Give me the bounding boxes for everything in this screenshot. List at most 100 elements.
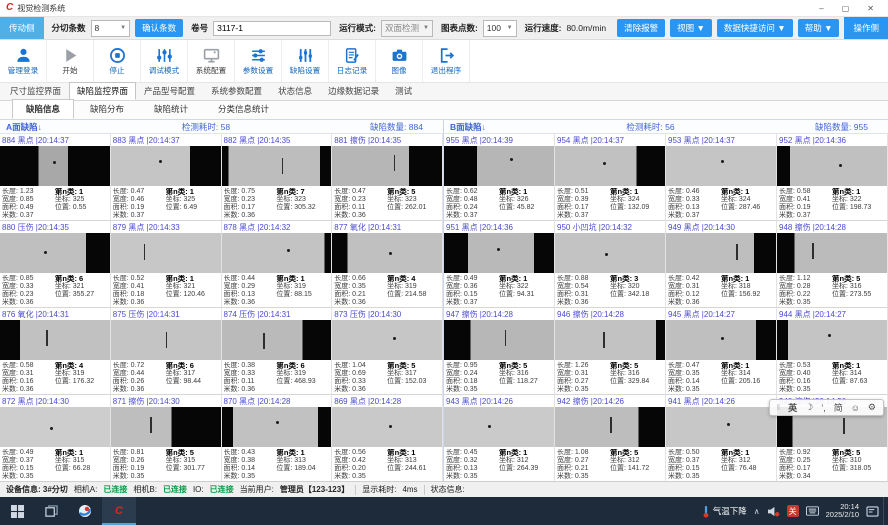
defect-cell-954[interactable]: 954 黑点 |20:14:37长度: 0.51宽度: 0.39面积: 0.17…	[555, 134, 666, 221]
main-tab-6[interactable]: 测试	[387, 82, 420, 100]
roll-number-input[interactable]	[213, 21, 331, 36]
defect-cell-877[interactable]: 877 氧化 |20:14:31长度: 0.66宽度: 0.35面积: 0.21…	[332, 221, 443, 308]
defect-cell-878[interactable]: 878 黑点 |20:14:32长度: 0.44宽度: 0.29面积: 0.13…	[222, 221, 333, 308]
operator-side-button[interactable]: 操作侧	[844, 17, 888, 39]
ime-lang-en[interactable]: 英	[788, 401, 797, 414]
defect-thumbnail[interactable]	[222, 146, 332, 186]
defect-cell-870[interactable]: 870 黑点 |20:14:28长度: 0.43宽度: 0.38面积: 0.14…	[222, 395, 333, 481]
defect-thumbnail[interactable]	[555, 146, 665, 186]
defect-thumbnail[interactable]	[666, 320, 776, 360]
ime-punctuation[interactable]: ’,	[821, 403, 826, 413]
defect-thumbnail[interactable]	[444, 146, 554, 186]
defect-cell-955[interactable]: 955 黑点 |20:14:39长度: 0.62宽度: 0.48面积: 0.24…	[444, 134, 555, 221]
ime-fullhalf-moon-icon[interactable]: ☽	[805, 402, 813, 413]
confirm-count-button[interactable]: 确认条数	[135, 19, 183, 37]
defect-cell-949[interactable]: 949 黑点 |20:14:30长度: 0.42宽度: 0.31面积: 0.12…	[666, 221, 777, 308]
notification-icon[interactable]	[866, 506, 879, 517]
defect-thumbnail[interactable]	[0, 407, 110, 447]
tool-play[interactable]: 开始	[47, 40, 94, 82]
show-desktop-button[interactable]	[883, 497, 888, 525]
main-tab-3[interactable]: 系统参数配置	[203, 82, 270, 100]
active-app-icon[interactable]: C	[102, 497, 136, 525]
defect-thumbnail[interactable]	[555, 407, 665, 447]
defect-cell-883[interactable]: 883 黑点 |20:14:37长度: 0.47宽度: 0.46面积: 0.19…	[111, 134, 222, 221]
defect-cell-953[interactable]: 953 黑点 |20:14:37长度: 0.46宽度: 0.33面积: 0.13…	[666, 134, 777, 221]
defect-cell-884[interactable]: 884 黑点 |20:14:37长度: 1.23宽度: 0.85面积: 0.49…	[0, 134, 111, 221]
defect-thumbnail[interactable]	[111, 233, 221, 273]
chart-points-select[interactable]: 100▼	[483, 20, 517, 37]
defect-cell-881[interactable]: 881 擦伤 |20:14:35长度: 0.47宽度: 0.23面积: 0.11…	[332, 134, 443, 221]
defect-thumbnail[interactable]	[666, 233, 776, 273]
defect-cell-950[interactable]: 950 小凹坑 |20:14:32长度: 0.88宽度: 0.54面积: 0.3…	[555, 221, 666, 308]
ime-emoji-icon[interactable]: ☺	[851, 403, 860, 413]
defect-thumbnail[interactable]	[777, 320, 887, 360]
main-tab-0[interactable]: 尺寸监控界面	[2, 82, 69, 100]
defect-cell-871[interactable]: 871 擦伤 |20:14:30长度: 0.81宽度: 0.26面积: 0.19…	[111, 395, 222, 481]
defect-cell-873[interactable]: 873 压伤 |20:14:30长度: 1.04宽度: 0.69面积: 0.33…	[332, 308, 443, 395]
volume-icon[interactable]	[767, 506, 780, 517]
defect-thumbnail[interactable]	[444, 233, 554, 273]
defect-thumbnail[interactable]	[444, 320, 554, 360]
defect-thumbnail[interactable]	[444, 407, 554, 447]
defect-cell-952[interactable]: 952 黑点 |20:14:36长度: 0.58宽度: 0.41面积: 0.19…	[777, 134, 888, 221]
tool-user[interactable]: 管理登录	[0, 40, 47, 82]
pinned-app-icon[interactable]	[68, 497, 102, 525]
sub-tab-1[interactable]: 缺陷分布	[76, 99, 138, 119]
data-quick-access-button[interactable]: 数据快捷访问 ▼	[717, 19, 793, 37]
defect-cell-942[interactable]: 942 擦伤 |20:14:26长度: 1.08宽度: 0.27面积: 0.21…	[555, 395, 666, 481]
defect-thumbnail[interactable]	[0, 146, 110, 186]
close-button[interactable]: ✕	[867, 4, 874, 13]
ime-settings-gear-icon[interactable]: ⚙	[868, 402, 876, 413]
tool-params-sliders[interactable]: 参数设置	[235, 40, 282, 82]
weather-widget[interactable]: 气温下降	[702, 505, 747, 518]
sub-tab-3[interactable]: 分类信息统计	[204, 99, 283, 119]
slit-count-select[interactable]: 8▼	[91, 20, 131, 37]
ime-drag-handle[interactable]: ‖	[777, 403, 780, 412]
taskbar-clock[interactable]: 20:14 2025/2/10	[826, 503, 859, 520]
defect-cell-869[interactable]: 869 黑点 |20:14:28长度: 0.56宽度: 0.42面积: 0.20…	[332, 395, 443, 481]
defect-thumbnail[interactable]	[332, 407, 442, 447]
help-menu-button[interactable]: 帮助 ▼	[798, 19, 840, 37]
defect-thumbnail[interactable]	[222, 233, 332, 273]
sub-tab-0[interactable]: 缺陷信息	[12, 99, 74, 119]
defect-thumbnail[interactable]	[332, 146, 442, 186]
main-tab-2[interactable]: 产品型号配置	[136, 82, 203, 100]
defect-cell-951[interactable]: 951 黑点 |20:14:36长度: 0.49宽度: 0.36面积: 0.15…	[444, 221, 555, 308]
defect-cell-947[interactable]: 947 擦伤 |20:14:28长度: 0.95宽度: 0.24面积: 0.18…	[444, 308, 555, 395]
defect-cell-879[interactable]: 879 黑点 |20:14:33长度: 0.52宽度: 0.41面积: 0.18…	[111, 221, 222, 308]
defect-cell-944[interactable]: 944 黑点 |20:14:27长度: 0.53宽度: 0.40面积: 0.16…	[777, 308, 888, 395]
defect-cell-876[interactable]: 876 氧化 |20:14:31长度: 0.58宽度: 0.31面积: 0.16…	[0, 308, 111, 395]
minimize-button[interactable]: ‒	[819, 4, 823, 13]
panel-a-title[interactable]: A面缺陷↓	[6, 121, 42, 133]
tool-exit[interactable]: 退出程序	[423, 40, 470, 82]
main-tab-5[interactable]: 边缘数据记录	[320, 82, 387, 100]
main-tab-4[interactable]: 状态信息	[270, 82, 320, 100]
view-menu-button[interactable]: 视图 ▼	[670, 19, 712, 37]
defect-thumbnail[interactable]	[0, 320, 110, 360]
panel-b-title[interactable]: B面缺陷↓	[450, 121, 486, 133]
defect-thumbnail[interactable]	[555, 320, 665, 360]
defect-cell-880[interactable]: 880 压伤 |20:14:35长度: 0.85宽度: 0.33面积: 0.23…	[0, 221, 111, 308]
defect-thumbnail[interactable]	[332, 233, 442, 273]
defect-thumbnail[interactable]	[111, 407, 221, 447]
tray-expand-chevron[interactable]: ∧	[754, 507, 760, 516]
defect-cell-948[interactable]: 948 擦伤 |20:14:28长度: 1.12宽度: 0.28面积: 0.22…	[777, 221, 888, 308]
defect-thumbnail[interactable]	[555, 233, 665, 273]
defect-cell-941[interactable]: 941 黑点 |20:14:26长度: 0.50宽度: 0.37面积: 0.15…	[666, 395, 777, 481]
defect-cell-872[interactable]: 872 黑点 |20:14:30长度: 0.49宽度: 0.37面积: 0.15…	[0, 395, 111, 481]
defect-cell-874[interactable]: 874 压伤 |20:14:31长度: 0.38宽度: 0.33面积: 0.11…	[222, 308, 333, 395]
tool-defect-sliders[interactable]: 缺陷设置	[282, 40, 329, 82]
defect-thumbnail[interactable]	[0, 233, 110, 273]
tool-log[interactable]: 日志记录	[329, 40, 376, 82]
tool-monitor[interactable]: 系统配置	[188, 40, 235, 82]
task-view-button[interactable]	[34, 497, 68, 525]
defect-thumbnail[interactable]	[777, 146, 887, 186]
defect-thumbnail[interactable]	[777, 233, 887, 273]
tool-debug-sliders[interactable]: 调试模式	[141, 40, 188, 82]
defect-thumbnail[interactable]	[222, 407, 332, 447]
keyboard-icon[interactable]	[806, 506, 819, 516]
drive-side-button[interactable]: 传动侧	[0, 17, 44, 39]
defect-thumbnail[interactable]	[666, 146, 776, 186]
tool-stop[interactable]: 停止	[94, 40, 141, 82]
defect-thumbnail[interactable]	[666, 407, 776, 447]
